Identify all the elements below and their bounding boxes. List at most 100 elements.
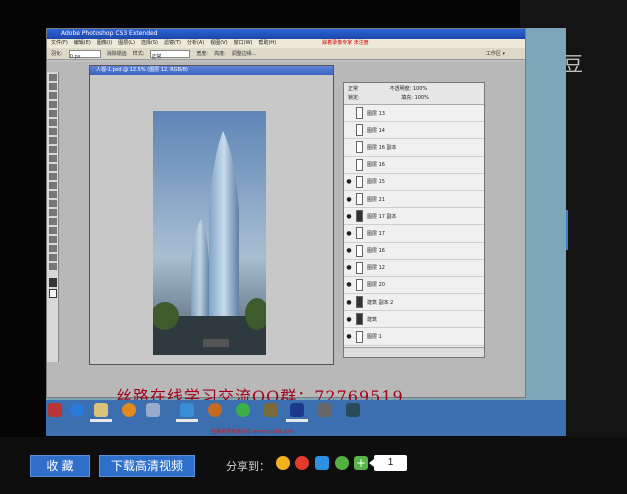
layer-name: 图层 17	[367, 230, 385, 237]
menu-item-layer[interactable]: 图层(L)	[118, 39, 135, 48]
feather-input[interactable]: 0 px	[68, 50, 101, 60]
renren-share-icon[interactable]	[315, 456, 329, 470]
visibility-eye-icon[interactable]: ●	[344, 247, 354, 254]
visibility-eye-icon[interactable]: ●	[344, 281, 354, 288]
refine-edge-button[interactable]: 调整边缘...	[232, 48, 257, 59]
layer-name: 图层 21	[367, 196, 385, 203]
gradient-tool-icon[interactable]	[48, 173, 57, 180]
menu-item-help[interactable]: 帮助(H)	[258, 39, 276, 48]
window-icon[interactable]	[146, 403, 160, 417]
layer-row[interactable]: ● 建筑	[344, 311, 484, 329]
layer-row[interactable]: ● 图层 16	[344, 243, 484, 260]
workspace-button[interactable]: 工作区 ▾	[486, 48, 505, 59]
weibo-share-icon[interactable]	[295, 456, 309, 470]
slice-tool-icon[interactable]	[48, 119, 57, 126]
wechat-share-icon[interactable]	[335, 456, 349, 470]
visibility-eye-icon[interactable]: ●	[344, 333, 354, 340]
layer-row[interactable]: 图层 14	[344, 122, 484, 140]
layer-name: 建筑	[367, 316, 378, 323]
favorite-button[interactable]: 收 藏	[30, 455, 90, 477]
ps-title-bar: Adobe Photoshop CS3 Extended	[47, 29, 525, 39]
menu-item-analysis[interactable]: 分析(A)	[187, 39, 204, 48]
notes-tool-icon[interactable]	[48, 236, 57, 243]
menu-item-filter[interactable]: 滤镜(T)	[164, 39, 181, 48]
document-icon[interactable]	[180, 403, 194, 417]
visibility-eye-icon[interactable]: ●	[344, 178, 354, 185]
layer-row[interactable]: 图层 13	[344, 105, 484, 123]
visibility-eye-icon[interactable]: ●	[344, 213, 354, 220]
download-hd-button[interactable]: 下载高清视频	[99, 455, 195, 477]
visibility-eye-icon[interactable]: ●	[344, 316, 354, 323]
menu-item-edit[interactable]: 编辑(E)	[74, 39, 91, 48]
magic-wand-tool-icon[interactable]	[48, 101, 57, 108]
eyedropper-tool-icon[interactable]	[48, 245, 57, 252]
background-color-swatch[interactable]	[48, 289, 57, 298]
antialias-checkbox[interactable]: 消除锯齿	[107, 48, 127, 59]
browser-icon[interactable]	[70, 403, 84, 417]
layer-row[interactable]: ● 图层 21	[344, 191, 484, 209]
layers-panel-header: 正常 不透明度: 100% 锁定: 填充: 100%	[344, 83, 484, 105]
foreground-color-swatch[interactable]	[48, 278, 57, 287]
taskbar-app-icon[interactable]	[48, 403, 62, 417]
eraser-tool-icon[interactable]	[48, 164, 57, 171]
qq-icon[interactable]	[208, 403, 222, 417]
video-player[interactable]: 土豆 ne Adobe Photoshop CS3 Extended 文件(F)…	[0, 0, 627, 437]
lasso-tool-icon[interactable]	[48, 92, 57, 99]
history-brush-tool-icon[interactable]	[48, 155, 57, 162]
zoom-tool-icon[interactable]	[48, 263, 57, 270]
layer-row[interactable]: ● 图层 12	[344, 260, 484, 277]
layer-list: 图层 13 图层 14 图层 16 副本 图层 16 ● 图层 15 ● 图层 21 ● 图层 1…	[344, 105, 484, 346]
visibility-eye-icon[interactable]: ●	[344, 196, 354, 203]
path-select-tool-icon[interactable]	[48, 218, 57, 225]
layer-thumbnail	[356, 227, 363, 240]
shape-tool-icon[interactable]	[48, 227, 57, 234]
share-label: 分享到：	[226, 461, 270, 473]
dodge-tool-icon[interactable]	[48, 191, 57, 198]
layer-name: 图层 13	[367, 110, 385, 117]
pen-tool-icon[interactable]	[48, 200, 57, 207]
blend-mode-select[interactable]: 正常	[348, 86, 358, 92]
menu-item-window[interactable]: 窗口(W)	[234, 39, 253, 48]
move-tool-icon[interactable]	[48, 74, 57, 81]
hand-tool-icon[interactable]	[48, 254, 57, 261]
visibility-eye-icon[interactable]: ●	[344, 230, 354, 237]
opacity-input[interactable]: 100%	[413, 86, 427, 92]
stamp-tool-icon[interactable]	[48, 146, 57, 153]
style-select[interactable]: 正常	[150, 50, 191, 60]
layer-row[interactable]: ● 图层 15	[344, 174, 484, 191]
menu-item-image[interactable]: 图像(I)	[97, 39, 112, 48]
crop-tool-icon[interactable]	[48, 110, 57, 117]
visibility-eye-icon[interactable]: ●	[344, 299, 354, 306]
layer-row[interactable]: ● 建筑 副本 2	[344, 294, 484, 312]
type-tool-icon[interactable]	[48, 209, 57, 216]
canvas-image[interactable]	[153, 111, 266, 355]
layer-row[interactable]: 图层 16	[344, 157, 484, 174]
photoshop-icon[interactable]	[290, 403, 304, 417]
recorder-icon[interactable]	[346, 403, 360, 417]
archive-icon[interactable]	[264, 403, 278, 417]
menu-item-file[interactable]: 文件(F)	[51, 39, 68, 48]
style-label: 样式:	[132, 51, 145, 57]
layer-row[interactable]: ● 图层 17	[344, 225, 484, 243]
layer-row[interactable]: ● 图层 1	[344, 328, 484, 346]
blur-tool-icon[interactable]	[48, 182, 57, 189]
layer-row[interactable]: ● 图层 20	[344, 277, 484, 295]
ps-options-bar: 羽化: 0 px 消除锯齿 样式: 正常 宽度: 高度: 调整边缘... 工作区…	[47, 48, 525, 60]
marquee-tool-icon[interactable]	[48, 83, 57, 90]
opacity-label: 不透明度:	[389, 86, 412, 92]
brush-tool-icon[interactable]	[48, 137, 57, 144]
menu-item-select[interactable]: 选择(S)	[141, 39, 158, 48]
refresh-icon[interactable]	[236, 403, 250, 417]
layer-row[interactable]: 图层 16 副本	[344, 139, 484, 157]
menu-item-view[interactable]: 视图(V)	[210, 39, 227, 48]
camera-icon[interactable]	[318, 403, 332, 417]
layer-name: 图层 16	[367, 248, 385, 255]
qzone-share-icon[interactable]	[276, 456, 290, 470]
more-share-icon[interactable]: +	[354, 456, 368, 470]
healing-tool-icon[interactable]	[48, 128, 57, 135]
visibility-eye-icon[interactable]: ●	[344, 264, 354, 271]
layer-row[interactable]: ● 图层 17 副本	[344, 208, 484, 226]
folder-icon[interactable]	[94, 403, 108, 417]
player-icon[interactable]	[122, 403, 136, 417]
fill-input[interactable]: 100%	[415, 95, 429, 101]
